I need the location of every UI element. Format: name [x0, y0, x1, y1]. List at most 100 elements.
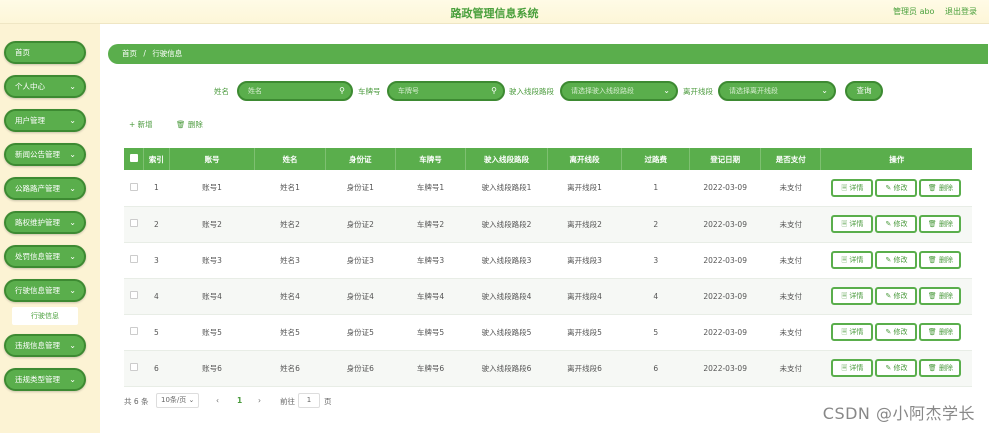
cell-paid: 未支付 [779, 183, 802, 193]
plate-input[interactable]: 车牌号 ⚲ [387, 81, 505, 101]
row-checkbox[interactable] [129, 182, 138, 191]
cell-toll: 6 [653, 363, 659, 373]
sidebar-subitem-driving-info[interactable]: 行驶信息 [12, 307, 78, 325]
cell-entry: 驶入线段路段2 [481, 219, 532, 229]
cell-id-card: 身份证2 [346, 219, 374, 229]
entry-select[interactable]: 请选择驶入线段路段 ⌄ [560, 81, 678, 101]
table-row: 5 账号5 姓名5 身份证5 车牌号5 驶入线段路段5 离开线段5 5 2022… [124, 314, 972, 350]
cell-id-card: 身份证3 [346, 255, 374, 265]
delete-button[interactable]: 🗑 删除 [919, 287, 962, 305]
detail-button[interactable]: 🗏 详情 [831, 178, 874, 197]
select-all-cell [124, 148, 145, 170]
col-plate: 车牌号 [395, 148, 467, 170]
col-entry: 驶入线段路段 [465, 148, 548, 170]
edit-button[interactable]: ✎ 修改 [875, 323, 918, 341]
sidebar-item-violation-types[interactable]: 违规类型管理 ⌄ [4, 368, 86, 391]
breadcrumb-current: 行驶信息 [152, 49, 183, 58]
top-bar: 路政管理信息系统 管理员 abo 退出登录 [0, 0, 989, 24]
logout-link[interactable]: 退出登录 [945, 7, 977, 16]
cell-plate: 车牌号4 [416, 291, 445, 301]
cell-paid: 未支付 [779, 291, 802, 301]
cell-ops: 🗏 详情 ✎ 修改 🗑 删除 [821, 242, 972, 278]
detail-button[interactable]: 🗏 详情 [831, 287, 874, 305]
cell-account: 账号1 [202, 183, 222, 193]
cell-plate: 车牌号6 [416, 363, 445, 373]
sidebar-item-driving[interactable]: 行驶信息管理 ⌄ [4, 279, 86, 302]
chevron-down-icon: ⌄ [69, 286, 76, 295]
detail-button[interactable]: 🗏 详情 [831, 251, 874, 269]
cell-entry: 驶入线段路段3 [481, 255, 532, 265]
next-page-button[interactable]: › [258, 396, 261, 405]
row-checkbox[interactable] [129, 219, 138, 227]
sidebar-item-violations[interactable]: 违规信息管理 ⌄ [4, 334, 86, 357]
table-header-row: 索引 账号 姓名 身份证 车牌号 驶入线段路段 离开线段 过路费 登记日期 是否… [124, 148, 972, 170]
plate-label: 车牌号 [358, 87, 381, 96]
page-size-select[interactable]: 10条/页 ⌄ [156, 393, 200, 408]
cell-index: 2 [154, 219, 159, 229]
main-content: 首页 / 行驶信息 姓名 姓名 ⚲ 车牌号 车牌号 ⚲ 驶入线段路段 请选择驶入… [100, 24, 989, 433]
sidebar-item-news[interactable]: 新闻公告管理 ⌄ [4, 143, 86, 166]
sidebar-item-road-rights[interactable]: 路权维护管理 ⌄ [4, 211, 86, 234]
sidebar-item-home[interactable]: 首页 [4, 41, 86, 64]
col-index: 索引 [143, 148, 170, 170]
delete-button[interactable]: 🗑 删除 [919, 178, 962, 197]
prev-page-button[interactable]: ‹ [216, 396, 219, 405]
detail-button[interactable]: 🗏 详情 [831, 323, 874, 341]
cell-ops: 🗏 详情 ✎ 修改 🗑 删除 [821, 206, 972, 242]
goto-input[interactable]: 1 [298, 393, 320, 408]
edit-button[interactable]: ✎ 修改 [875, 359, 918, 377]
edit-button[interactable]: ✎ 修改 [875, 251, 918, 269]
edit-button[interactable]: ✎ 修改 [875, 215, 918, 233]
cell-date: 2022-03-09 [703, 291, 747, 301]
cell-paid: 未支付 [779, 363, 802, 373]
add-button[interactable]: + 新增 [129, 119, 153, 130]
edit-button[interactable]: ✎ 修改 [875, 178, 918, 197]
delete-button[interactable]: 🗑 删除 [919, 359, 962, 377]
table-row: 6 账号6 姓名6 身份证6 车牌号6 驶入线段路段6 离开线段6 6 2022… [124, 350, 972, 386]
cell-ops: 🗏 详情 ✎ 修改 🗑 删除 [821, 314, 972, 350]
cell-date: 2022-03-09 [703, 363, 747, 373]
col-date: 登记日期 [689, 148, 761, 170]
sidebar-item-profile[interactable]: 个人中心 ⌄ [4, 75, 86, 98]
cell-ops: 🗏 详情 ✎ 修改 🗑 删除 [821, 278, 972, 314]
edit-button[interactable]: ✎ 修改 [875, 287, 918, 305]
cell-name: 姓名6 [280, 363, 300, 373]
select-all-checkbox[interactable] [129, 154, 138, 162]
col-name: 姓名 [254, 148, 326, 170]
chevron-down-icon: ⌄ [69, 252, 76, 261]
row-checkbox[interactable] [129, 327, 138, 335]
detail-button[interactable]: 🗏 详情 [831, 215, 874, 233]
sidebar-item-penalties[interactable]: 处罚信息管理 ⌄ [4, 245, 86, 268]
delete-button[interactable]: 🗑 删除 [919, 323, 962, 341]
delete-button[interactable]: 🗑 删除 [919, 251, 962, 269]
cell-toll: 1 [653, 183, 659, 193]
name-input[interactable]: 姓名 ⚲ [237, 81, 353, 101]
cell-exit: 离开线段1 [567, 183, 602, 193]
cell-index: 3 [154, 255, 159, 265]
system-title: 路政管理信息系统 [450, 7, 539, 20]
user-area: 管理员 abo 退出登录 [885, 6, 977, 17]
cell-id-card: 身份证4 [346, 291, 374, 301]
cell-ops: 🗏 详情 ✎ 修改 🗑 删除 [821, 350, 972, 386]
breadcrumb: 首页 / 行驶信息 [108, 44, 988, 64]
sidebar-item-users[interactable]: 用户管理 ⌄ [4, 109, 86, 132]
cell-date: 2022-03-09 [703, 183, 747, 193]
current-user: 管理员 abo [893, 7, 935, 16]
delete-button[interactable]: 🗑 删除 [919, 215, 962, 233]
cell-entry: 驶入线段路段6 [481, 363, 532, 373]
chevron-down-icon: ⌄ [69, 116, 76, 125]
exit-select[interactable]: 请选择离开线段 ⌄ [718, 81, 836, 101]
detail-button[interactable]: 🗏 详情 [831, 359, 874, 377]
query-button[interactable]: 查询 [845, 81, 883, 101]
breadcrumb-home[interactable]: 首页 [122, 49, 137, 58]
sidebar-item-road-assets[interactable]: 公路路产管理 ⌄ [4, 177, 86, 200]
col-paid: 是否支付 [760, 148, 822, 170]
batch-delete-button[interactable]: 🗑 删除 [176, 119, 203, 130]
cell-account: 账号4 [202, 291, 222, 301]
row-checkbox[interactable] [129, 363, 138, 371]
cell-name: 姓名5 [280, 327, 300, 337]
row-checkbox[interactable] [129, 291, 138, 299]
current-page[interactable]: 1 [237, 396, 242, 405]
row-checkbox[interactable] [129, 255, 138, 263]
cell-plate: 车牌号2 [416, 219, 445, 229]
